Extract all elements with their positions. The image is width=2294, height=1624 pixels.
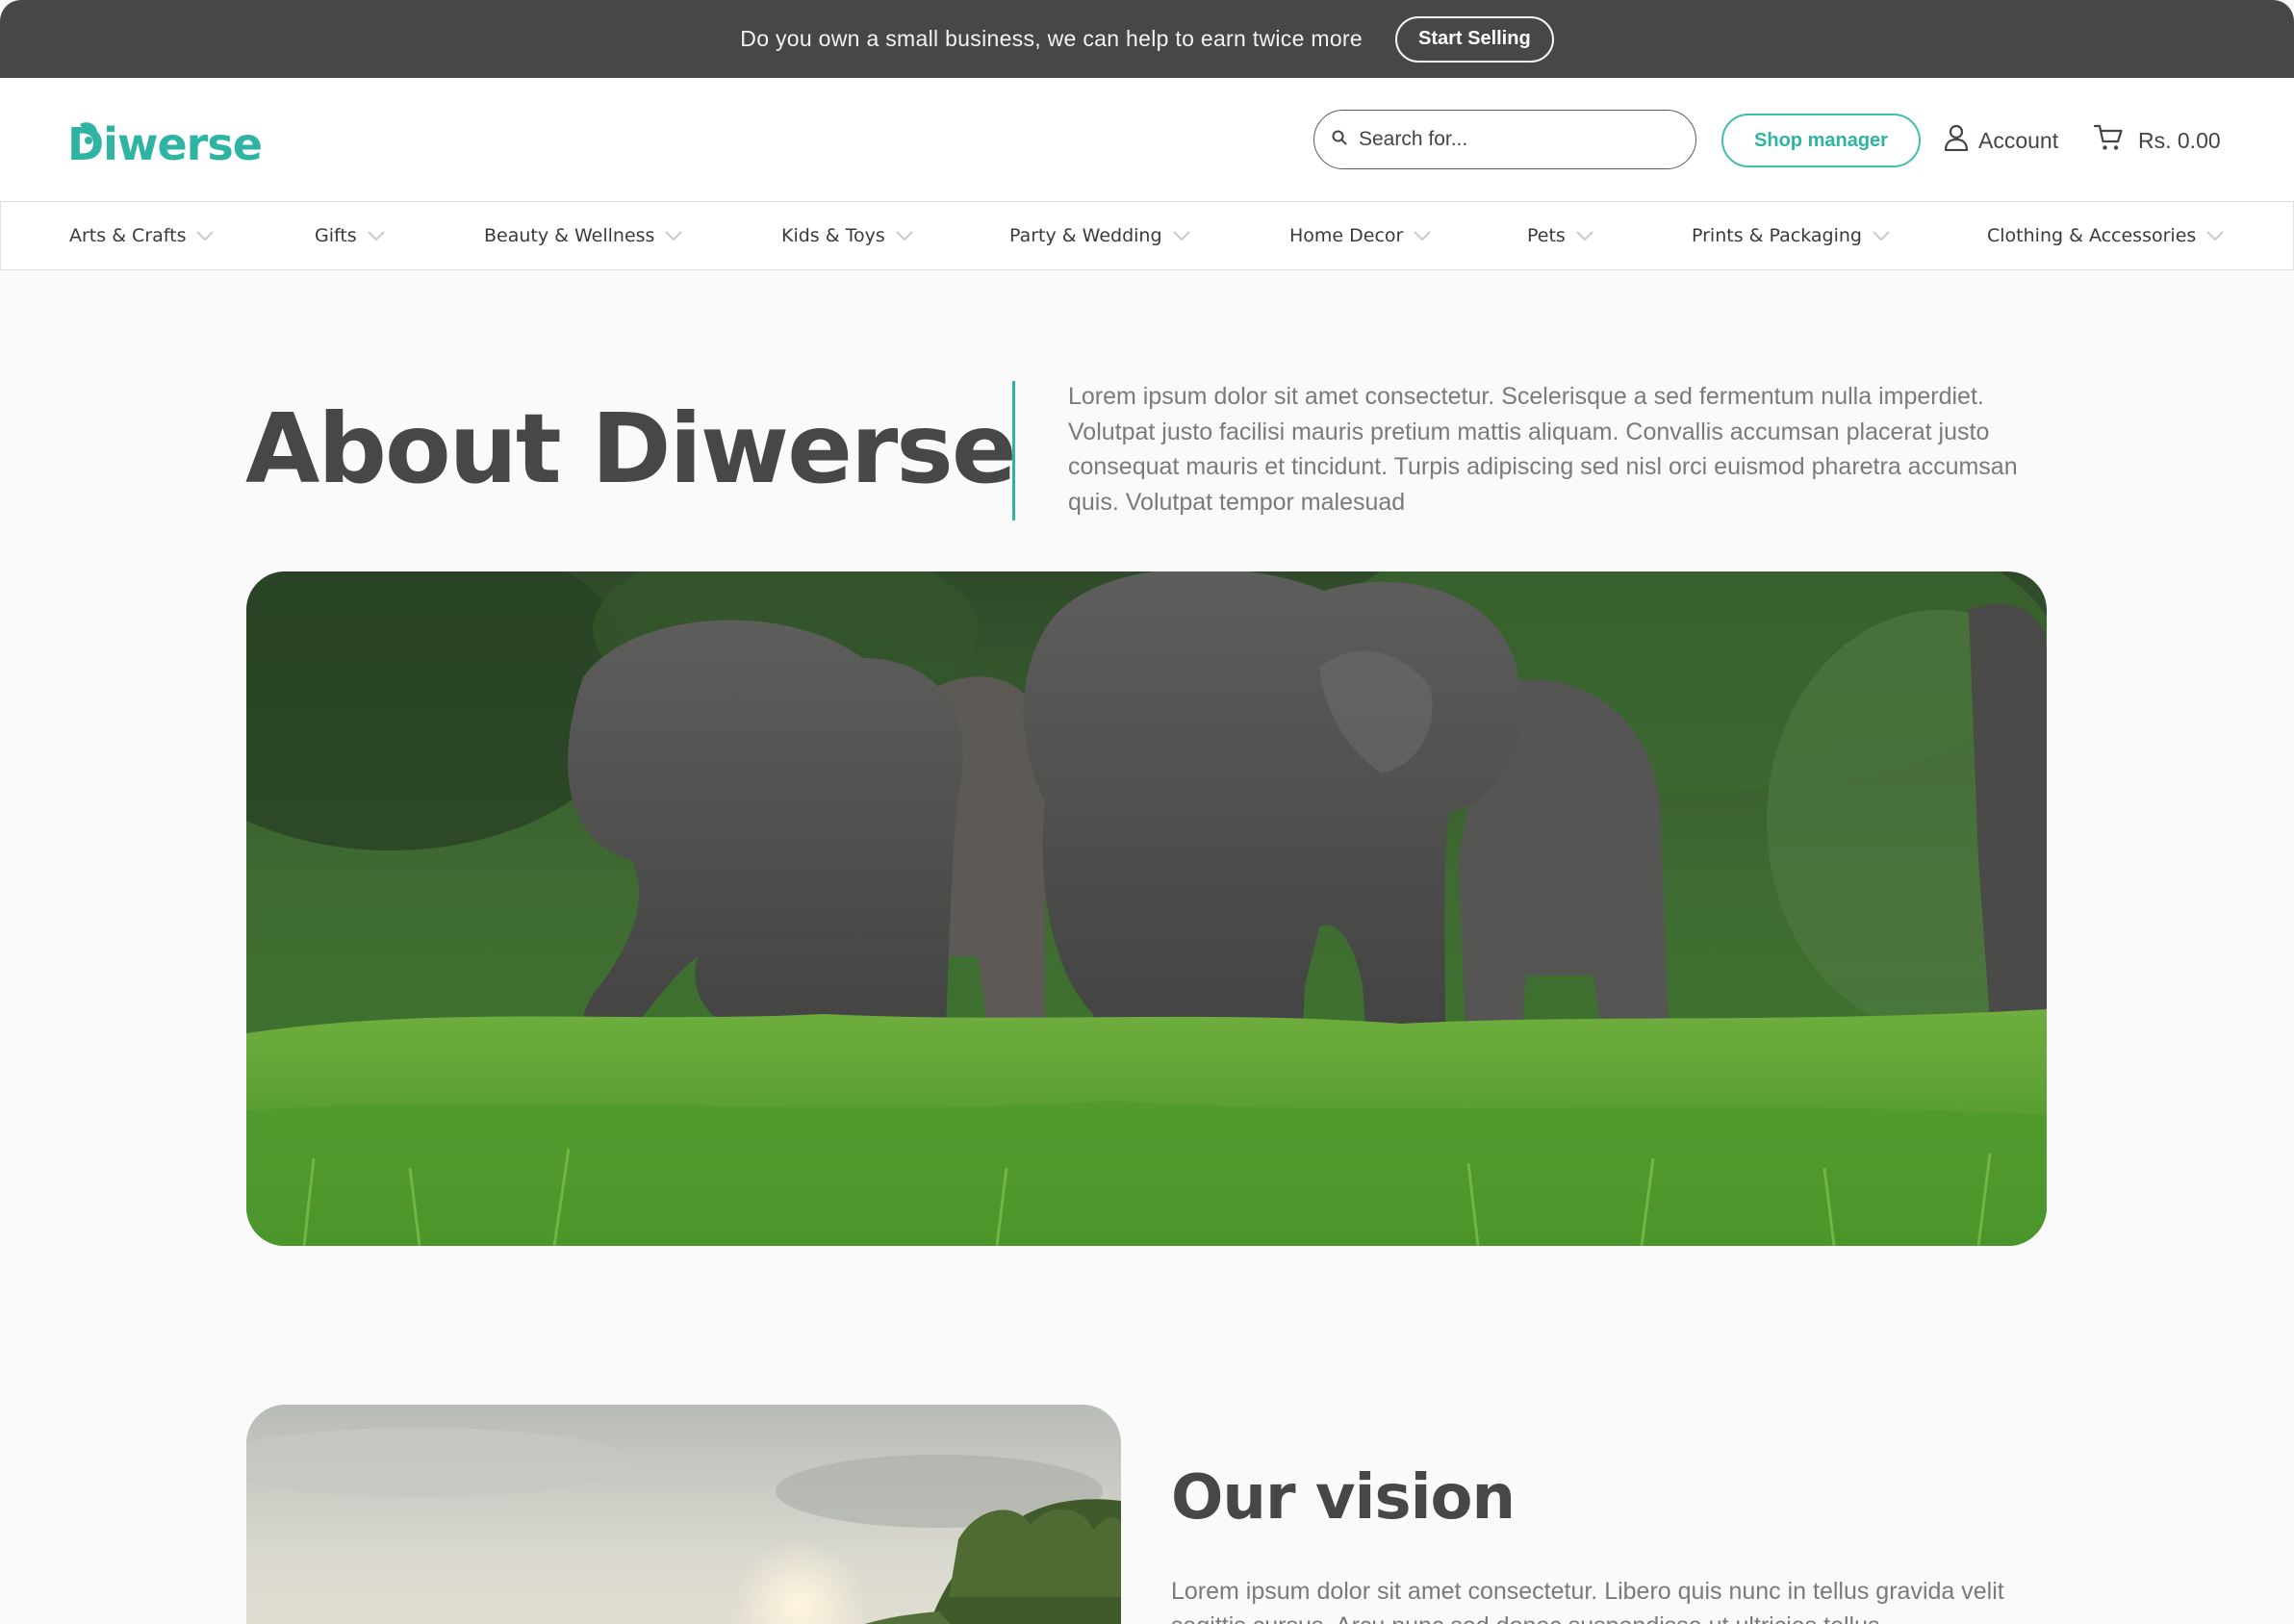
category-label: Pets [1527, 225, 1566, 246]
search-box[interactable] [1313, 110, 1696, 169]
category-beauty-wellness[interactable]: Beauty & Wellness [484, 202, 683, 269]
chevron-down-icon [2206, 231, 2225, 241]
category-label: Party & Wedding [1009, 225, 1162, 246]
chevron-down-icon [1873, 231, 1890, 241]
category-label: Home Decor [1289, 225, 1404, 246]
chevron-down-icon [665, 231, 683, 241]
user-icon [1944, 124, 1969, 157]
account-link[interactable]: Account [1944, 120, 2058, 161]
announcement-bar: Do you own a small business, we can help… [0, 0, 2294, 78]
announcement-text: Do you own a small business, we can help… [740, 26, 1363, 51]
chevron-down-icon [896, 231, 913, 241]
diwerse-logo[interactable]: Diwerse [67, 114, 266, 166]
about-description: Lorem ipsum dolor sit amet consectetur. … [1068, 383, 2018, 516]
category-clothing-accessories[interactable]: Clothing & Accessories [1987, 202, 2225, 269]
site-header: Diwerse Shop manager Account Rs. 0.00 [0, 78, 2294, 202]
category-label: Prints & Packaging [1692, 225, 1862, 246]
vision-title: Our vision [1171, 1462, 1516, 1534]
category-gifts[interactable]: Gifts [315, 202, 386, 269]
category-label: Clothing & Accessories [1987, 225, 2197, 246]
chevron-down-icon [1576, 231, 1593, 241]
category-pets[interactable]: Pets [1527, 202, 1594, 269]
title-divider [1012, 381, 1015, 520]
search-input[interactable] [1359, 128, 1667, 151]
cart-link[interactable]: Rs. 0.00 [2093, 120, 2221, 161]
hero-image [246, 571, 2047, 1246]
chevron-down-icon [1414, 231, 1432, 241]
page-title: About Diwerse [245, 393, 1017, 505]
account-label: Account [1978, 127, 2059, 153]
category-kids-toys[interactable]: Kids & Toys [781, 202, 914, 269]
chevron-down-icon [1172, 231, 1190, 241]
category-nav: Arts & Crafts Gifts Beauty & Wellness Ki… [0, 202, 2294, 270]
shop-manager-button[interactable]: Shop manager [1721, 114, 1921, 167]
category-label: Arts & Crafts [69, 225, 187, 246]
vision-description: Lorem ipsum dolor sit amet consectetur. … [1171, 1578, 2004, 1624]
cart-icon [2093, 123, 2125, 158]
logo-text: Diwerse [67, 118, 262, 166]
category-prints-packaging[interactable]: Prints & Packaging [1692, 202, 1891, 269]
vision-image [246, 1405, 1121, 1624]
chevron-down-icon [368, 231, 385, 241]
search-icon [1332, 130, 1347, 150]
category-label: Beauty & Wellness [484, 225, 655, 246]
start-selling-button[interactable]: Start Selling [1394, 15, 1554, 63]
category-label: Gifts [315, 225, 357, 246]
chevron-down-icon [196, 231, 215, 241]
category-arts-crafts[interactable]: Arts & Crafts [69, 202, 215, 269]
category-label: Kids & Toys [781, 225, 885, 246]
cart-total: Rs. 0.00 [2138, 127, 2221, 153]
category-party-wedding[interactable]: Party & Wedding [1009, 202, 1191, 269]
category-home-decor[interactable]: Home Decor [1289, 202, 1432, 269]
